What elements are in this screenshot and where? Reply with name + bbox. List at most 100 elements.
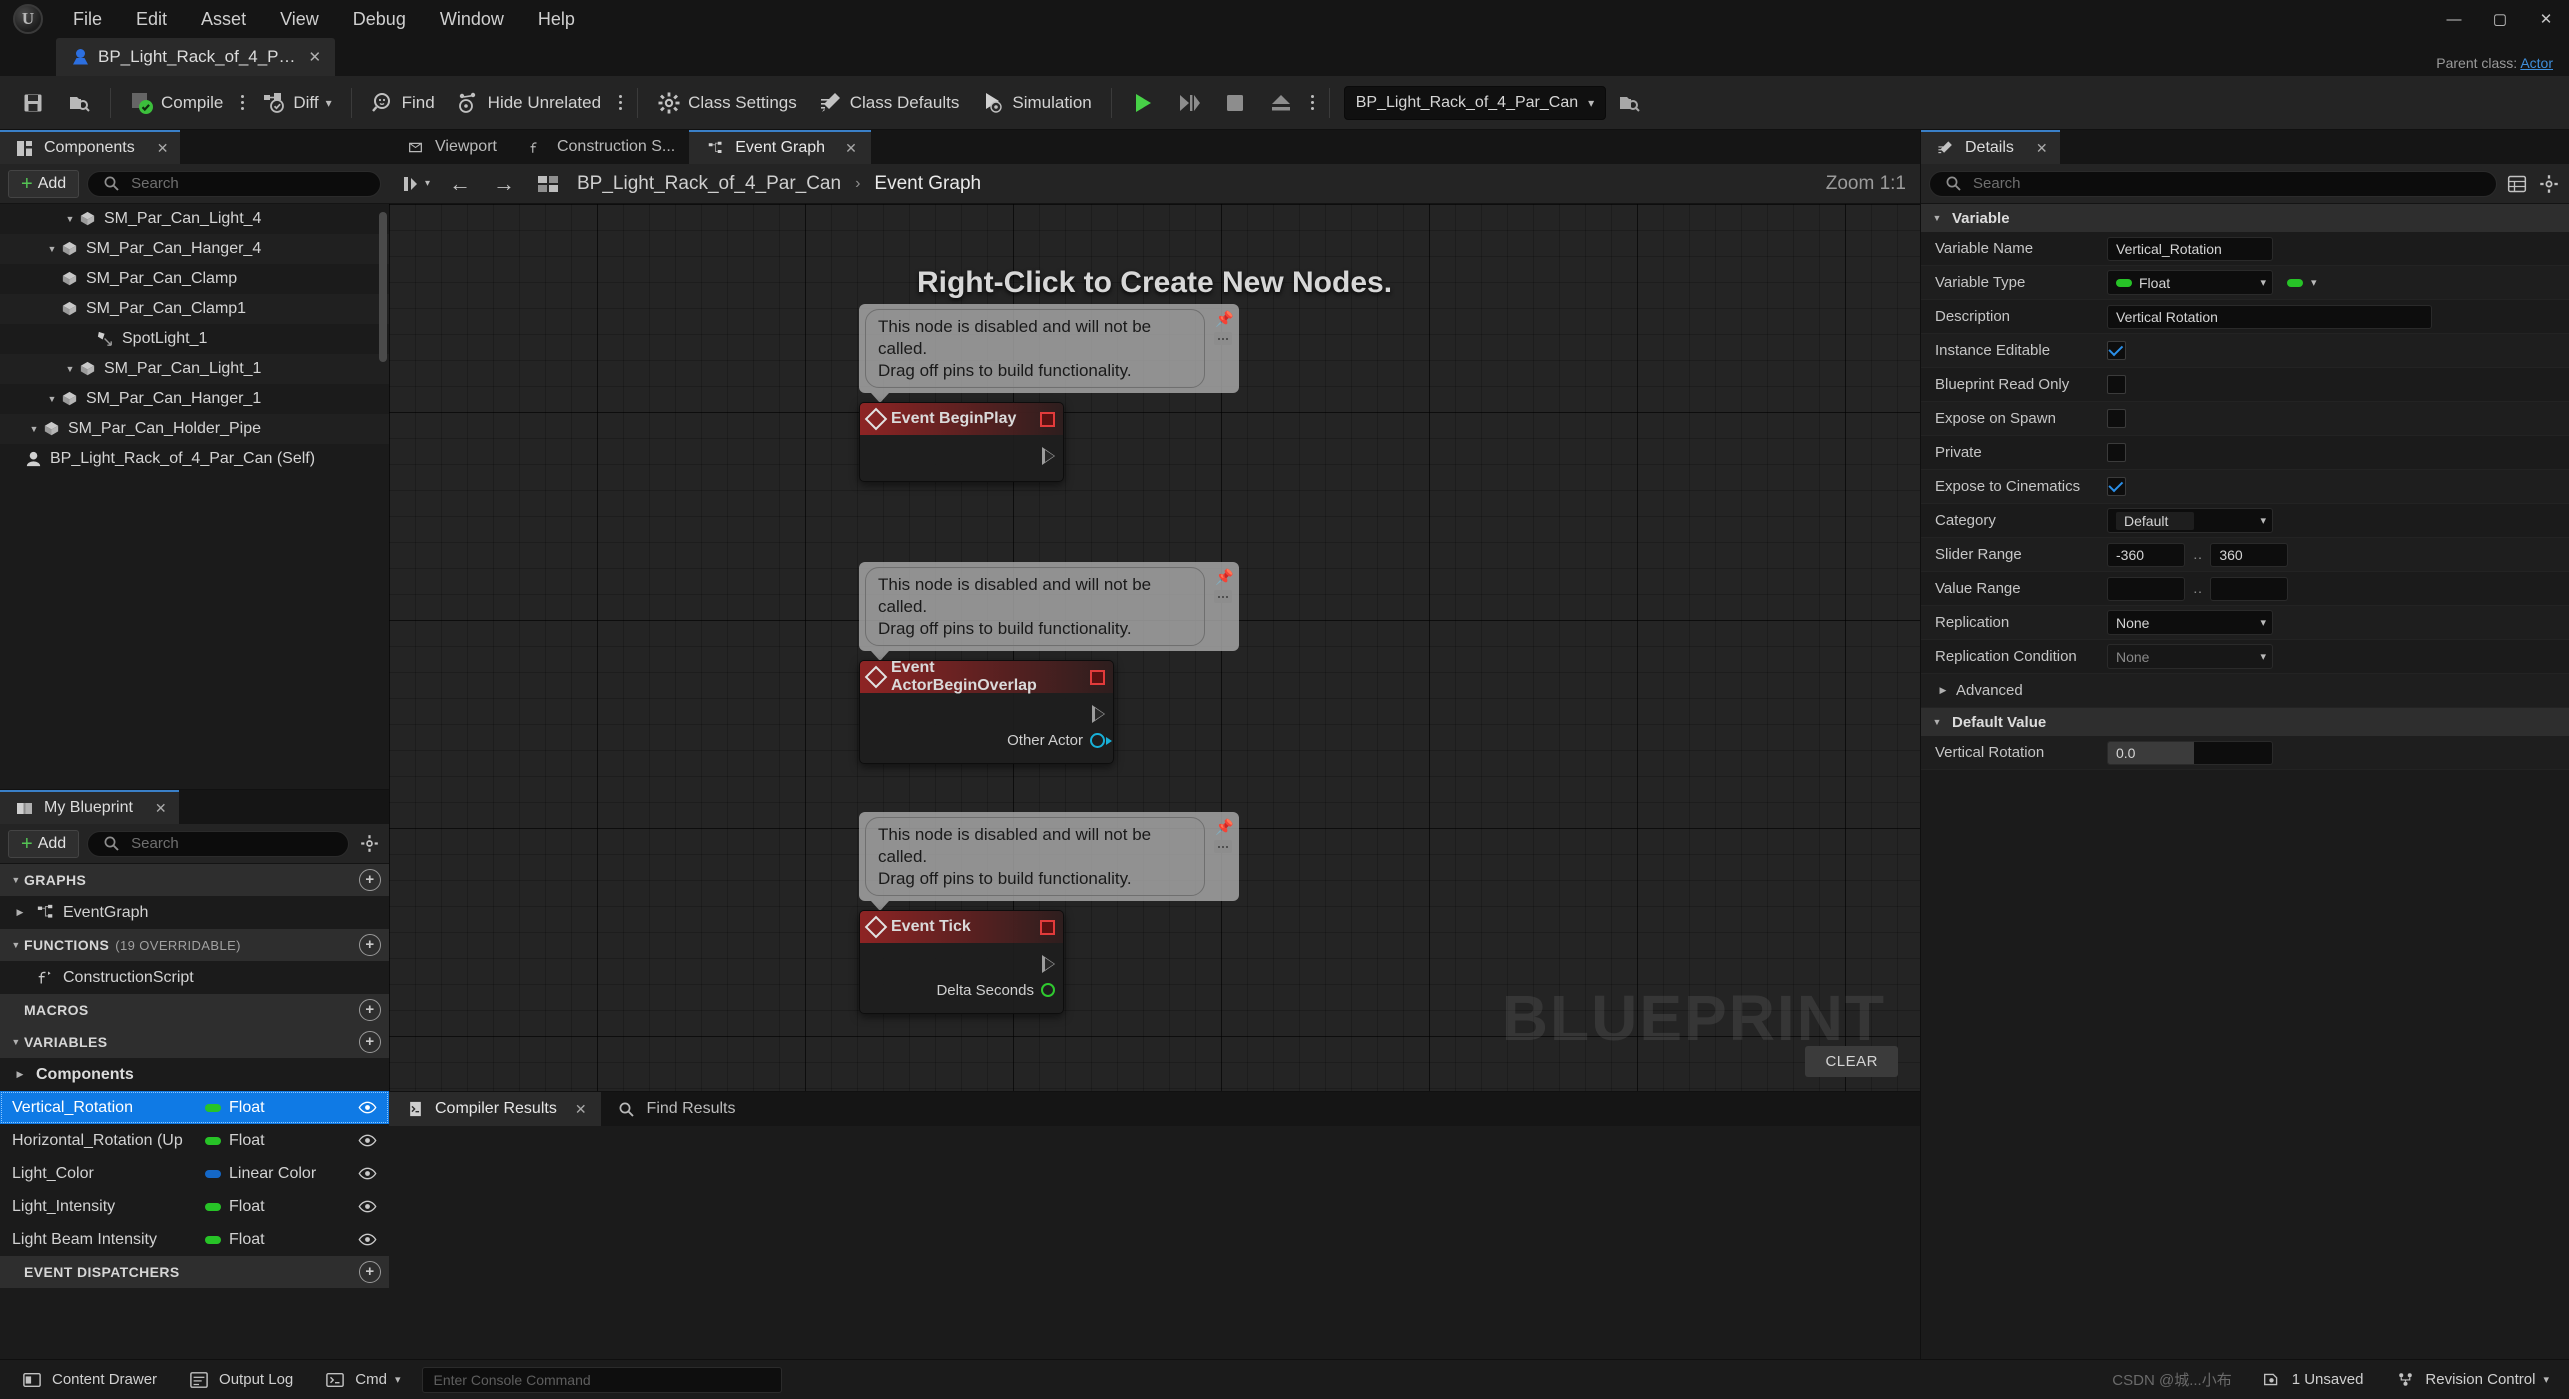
exec-output-pin[interactable]	[1092, 705, 1105, 723]
event-node[interactable]: Event BeginPlay	[859, 402, 1064, 482]
tab-viewport[interactable]: Viewport	[389, 130, 511, 164]
forward-button[interactable]: →	[489, 170, 519, 198]
pin-icon[interactable]: 📌	[1215, 818, 1231, 834]
graph-canvas[interactable]: Right-Click to Create New Nodes. BLUEPRI…	[389, 204, 1920, 1091]
range-min-field[interactable]: -360	[2107, 543, 2185, 567]
add-section-item-button[interactable]: +	[359, 1031, 381, 1053]
menu-edit[interactable]: Edit	[119, 4, 184, 34]
maximize-button[interactable]: ▢	[2477, 0, 2523, 38]
chevron-down-icon[interactable]: ▼	[8, 872, 24, 888]
menu-debug[interactable]: Debug	[336, 4, 423, 34]
section-functions[interactable]: ▼FUNCTIONS(19 OVERRIDABLE)+	[0, 929, 389, 961]
section-graphs[interactable]: ▼GRAPHS+	[0, 864, 389, 896]
back-button[interactable]: ←	[445, 170, 475, 198]
class-settings-button[interactable]: Class Settings	[646, 81, 808, 125]
section-event-dispatchers[interactable]: EVENT DISPATCHERS+	[0, 1256, 389, 1288]
section-macros[interactable]: MACROS+	[0, 994, 389, 1026]
exec-output-pin[interactable]	[1042, 955, 1055, 973]
add-section-item-button[interactable]: +	[359, 999, 381, 1021]
event-node[interactable]: Event ActorBeginOverlapOther Actor	[859, 660, 1114, 764]
my-blueprint-settings-button[interactable]	[357, 832, 381, 856]
graph-mode-icon[interactable]: ▾	[401, 170, 431, 198]
variable-type-combo[interactable]: Float▾	[2107, 270, 2273, 295]
exec-output-pin[interactable]	[1042, 447, 1055, 465]
exec-pin-row[interactable]	[868, 443, 1055, 469]
my-blueprint-item-constructionscript[interactable]: ConstructionScript	[0, 961, 389, 994]
checkbox[interactable]	[2107, 477, 2126, 496]
chevron-right-icon[interactable]	[12, 970, 28, 986]
step-button[interactable]	[1166, 81, 1212, 125]
my-blueprint-list[interactable]: ▼GRAPHS+▶EventGraph▼FUNCTIONS(19 OVERRID…	[0, 864, 389, 1359]
eye-icon[interactable]	[355, 1167, 379, 1180]
numeric-slider-field[interactable]: 0.0	[2107, 741, 2273, 765]
tab-event-graph[interactable]: Event Graph✕	[689, 130, 871, 164]
components-tree-row[interactable]: ▼SM_Par_Can_Light_4	[0, 204, 389, 234]
add-component-button[interactable]: + Add	[8, 170, 79, 198]
close-icon[interactable]: ✕	[575, 1101, 587, 1118]
clear-button[interactable]: CLEAR	[1805, 1046, 1898, 1077]
variable-row[interactable]: Light_ColorLinear Color	[0, 1157, 389, 1190]
chevron-right-icon[interactable]: ▶	[1935, 683, 1951, 699]
stop-button[interactable]	[1212, 81, 1258, 125]
exec-pin-row[interactable]	[868, 951, 1055, 977]
checkbox[interactable]	[2107, 443, 2126, 462]
components-tree-row[interactable]: SpotLight_1	[0, 324, 389, 354]
tab-details[interactable]: Details ✕	[1921, 130, 2060, 164]
chevron-down-icon[interactable]: ▼	[44, 241, 60, 257]
variable-row[interactable]: Vertical_RotationFloat	[0, 1091, 389, 1124]
close-icon[interactable]: ✕	[157, 140, 169, 157]
chevron-down-icon[interactable]	[8, 1002, 24, 1018]
variables-group-components[interactable]: ▶Components	[0, 1058, 389, 1091]
tab-compiler-results[interactable]: Compiler Results✕	[389, 1092, 601, 1126]
menu-file[interactable]: File	[56, 4, 119, 34]
graph-node-group[interactable]: This node is disabled and will not be ca…	[859, 812, 1239, 1014]
details-settings-button[interactable]	[2537, 172, 2561, 196]
category-default-value[interactable]: ▼Default Value	[1921, 708, 2569, 736]
menu-view[interactable]: View	[263, 4, 336, 34]
compile-button[interactable]: Compile	[119, 81, 234, 125]
checkbox[interactable]	[2107, 341, 2126, 360]
my-blueprint-search-input[interactable]: Search	[87, 831, 349, 857]
class-defaults-button[interactable]: Class Defaults	[808, 81, 971, 125]
event-node[interactable]: Event TickDelta Seconds	[859, 910, 1064, 1014]
data-pin-row[interactable]: Delta Seconds	[868, 977, 1055, 1003]
close-icon[interactable]: ✕	[155, 800, 167, 817]
menu-asset[interactable]: Asset	[184, 4, 263, 34]
combo-box[interactable]: None▾	[2107, 610, 2273, 635]
components-tree-row[interactable]: ▼SM_Par_Can_Hanger_4	[0, 234, 389, 264]
chevron-down-icon[interactable]	[8, 1264, 24, 1280]
hide-unrelated-options-button[interactable]	[612, 95, 629, 110]
advanced-expander[interactable]: ▶Advanced	[1921, 674, 2569, 708]
blueprint-selector[interactable]: BP_Light_Rack_of_4_Par_Can ▾	[1344, 86, 1606, 120]
range-max-field[interactable]	[2210, 577, 2288, 601]
tab-my-blueprint[interactable]: My Blueprint ✕	[0, 790, 179, 824]
text-field[interactable]: Vertical_Rotation	[2107, 237, 2273, 261]
components-tree[interactable]: ▼SM_Par_Can_Light_4▼SM_Par_Can_Hanger_4 S…	[0, 204, 389, 789]
object-output-pin[interactable]	[1090, 733, 1105, 748]
revision-control-button[interactable]: Revision Control ▾	[2381, 1365, 2561, 1395]
unsaved-button[interactable]: 1 Unsaved	[2248, 1365, 2376, 1395]
comment-bubble-icon[interactable]	[1214, 332, 1232, 345]
add-section-item-button[interactable]: +	[359, 1261, 381, 1283]
components-tree-row[interactable]: SM_Par_Can_Clamp1	[0, 294, 389, 324]
checkbox[interactable]	[2107, 409, 2126, 428]
graph-node-group[interactable]: This node is disabled and will not be ca…	[859, 304, 1239, 482]
components-tree-row[interactable]: ▼SM_Par_Can_Hanger_1	[0, 384, 389, 414]
simulation-button[interactable]: Simulation	[970, 81, 1102, 125]
chevron-right-icon[interactable]: ▶	[12, 1067, 28, 1083]
graph-node-group[interactable]: This node is disabled and will not be ca…	[859, 562, 1239, 764]
variable-row[interactable]: Light_IntensityFloat	[0, 1190, 389, 1223]
parent-class-link[interactable]: Actor	[2520, 55, 2553, 71]
chevron-down-icon[interactable]: ▼	[26, 421, 42, 437]
components-tree-row[interactable]: ▼SM_Par_Can_Holder_Pipe	[0, 414, 389, 444]
components-scrollbar[interactable]	[379, 212, 387, 362]
checkbox[interactable]	[2107, 375, 2126, 394]
diff-button[interactable]: Diff ▾	[251, 81, 342, 125]
browse-button[interactable]	[56, 81, 102, 125]
pin-icon[interactable]: 📌	[1215, 568, 1231, 584]
tab-components[interactable]: Components ✕	[0, 130, 180, 164]
output-log-button[interactable]: Output Log	[175, 1365, 305, 1395]
comment-bubble-icon[interactable]	[1214, 590, 1232, 603]
console-command-input[interactable]: Enter Console Command	[422, 1367, 782, 1393]
content-drawer-button[interactable]: Content Drawer	[8, 1365, 169, 1395]
